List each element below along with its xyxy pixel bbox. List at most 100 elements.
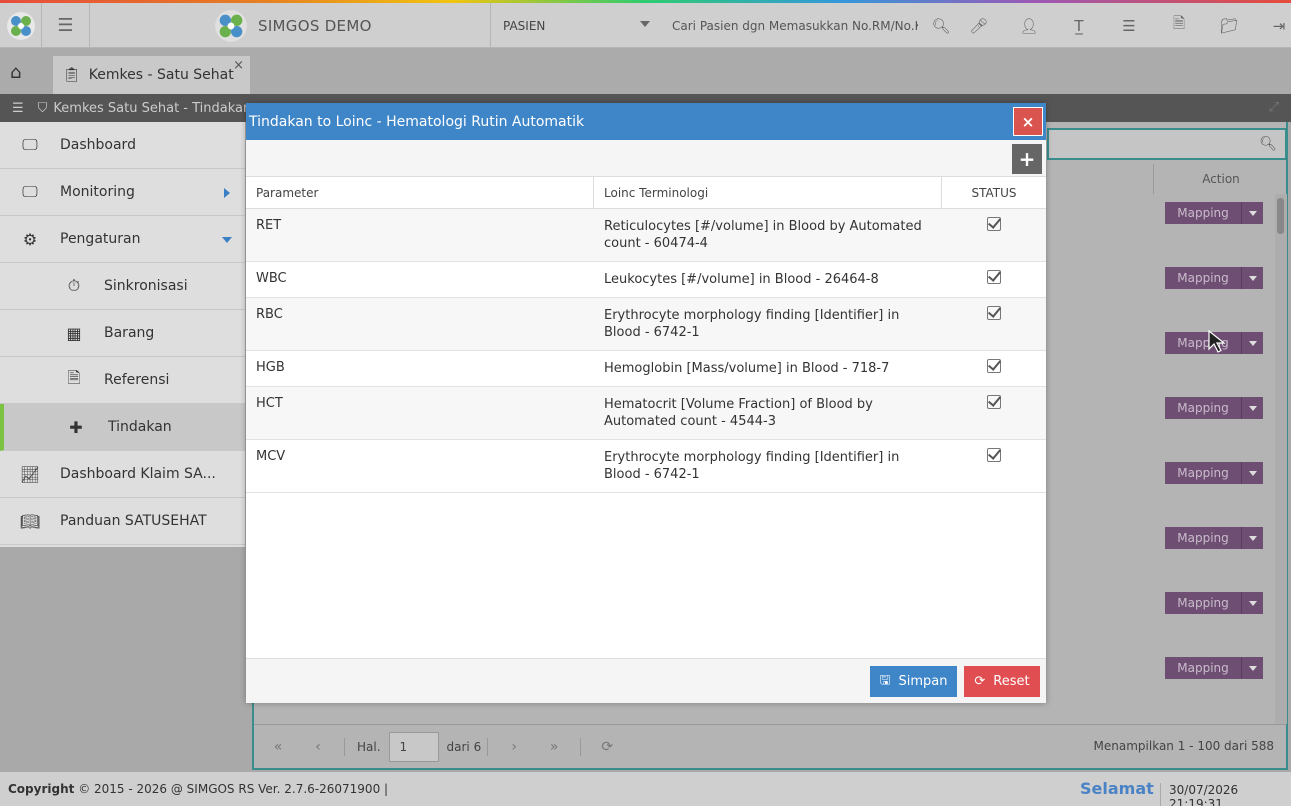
column-header-status[interactable]: STATUS — [942, 177, 1046, 208]
parameter-cell: MCV — [256, 449, 286, 464]
search-icon: 🔍︎ — [1259, 136, 1277, 152]
stopwatch-icon: ⏱︎ — [67, 276, 81, 295]
prev-page-icon[interactable]: ‹ — [298, 739, 338, 755]
app-logo[interactable] — [0, 3, 42, 48]
patient-search-input[interactable]: Cari Pasien dgn Memasukkan No.RM/No.K — [672, 3, 918, 48]
sidebar-item-label: Tindakan — [108, 419, 172, 435]
reset-label: Reset — [993, 674, 1030, 689]
sidebar-item-referensi[interactable]: 🗎︎ Referensi — [0, 357, 245, 404]
datetime: 30/07/2026 21:19:31 — [1160, 783, 1291, 806]
breadcrumb-text: Kemkes Satu Sehat - Tindakan — [53, 100, 252, 116]
loinc-cell: Erythrocyte morphology finding [Identifi… — [604, 450, 900, 482]
microphone-icon[interactable]: 🎤︎ — [954, 17, 1004, 35]
medkit-icon: ✚ — [69, 417, 83, 437]
column-header-parameter[interactable]: Parameter — [246, 177, 594, 208]
scrollbar-thumb[interactable] — [1277, 198, 1284, 234]
pdf-file-icon[interactable]: 🗎︎ — [1154, 13, 1204, 38]
pager-separator — [580, 737, 582, 756]
table-row[interactable]: RET Reticulocytes [#/volume] in Blood by … — [246, 209, 1046, 262]
mapping-button[interactable]: Mapping — [1165, 592, 1263, 614]
expand-icon[interactable]: ⤢ — [1269, 100, 1279, 115]
column-header-loinc[interactable]: Loinc Terminologi — [594, 177, 942, 208]
mapping-button[interactable]: Mapping — [1165, 397, 1263, 419]
sidebar-item-pengaturan[interactable]: ⚙︎ Pengaturan — [0, 216, 245, 263]
add-button[interactable]: + — [1012, 144, 1042, 174]
page-total-label: dari 6 — [446, 739, 482, 754]
caret-down-icon[interactable] — [1241, 332, 1263, 354]
copyright: Copyright © 2015 - 2026 @ SIMGOS RS Ver.… — [8, 782, 389, 796]
caret-down-icon[interactable] — [1241, 657, 1263, 679]
status-checkbox[interactable] — [987, 448, 1001, 462]
close-button[interactable]: × — [1013, 107, 1043, 136]
sidebar-item-dashboard[interactable]: 🖵︎ Dashboard — [0, 122, 245, 169]
dialog-footer: 🖫︎ Simpan ⟳ Reset — [246, 658, 1046, 703]
monitor-icon: 🖵︎ — [22, 135, 38, 154]
mapping-button[interactable]: Mapping — [1165, 657, 1263, 679]
caret-down-icon[interactable] — [1241, 397, 1263, 419]
sidebar-item-label: Dashboard — [60, 137, 136, 153]
mapping-label: Mapping — [1177, 206, 1229, 220]
sidebar: 🖵︎ Dashboard 🖵︎ Monitoring ⚙︎ Pengaturan… — [0, 122, 245, 547]
status-checkbox[interactable] — [987, 359, 1001, 373]
sidebar-item-sinkronisasi[interactable]: ⏱︎ Sinkronisasi — [0, 263, 245, 310]
tab-kemkes-satu-sehat[interactable]: 📋︎ Kemkes - Satu Sehat × — [53, 56, 250, 94]
caret-down-icon[interactable] — [1241, 527, 1263, 549]
folder-icon[interactable]: 📁︎ — [1204, 17, 1254, 35]
mapping-button[interactable]: Mapping — [1165, 527, 1263, 549]
sidebar-item-panduan[interactable]: 📖︎ Panduan SATUSEHAT — [0, 498, 245, 545]
status-checkbox[interactable] — [987, 306, 1001, 320]
page-number-input[interactable]: 1 — [388, 731, 439, 762]
mapping-button[interactable]: Mapping — [1165, 202, 1263, 224]
mapping-label: Mapping — [1177, 466, 1229, 480]
grid-scrollbar[interactable] — [1275, 194, 1287, 724]
sign-out-icon[interactable]: ⇥ — [1254, 17, 1291, 35]
text-format-icon[interactable]: T̲ — [1054, 17, 1104, 35]
first-page-icon[interactable]: « — [258, 739, 298, 755]
app-title: SIMGOS DEMO — [258, 16, 372, 35]
caret-down-icon[interactable] — [1241, 592, 1263, 614]
table-row[interactable]: HCT Hematocrit [Volume Fraction] of Blood… — [246, 387, 1046, 440]
status-checkbox[interactable] — [987, 270, 1001, 284]
table-row[interactable]: MCV Erythrocyte morphology finding [Ident… — [246, 440, 1046, 493]
mapping-button[interactable]: Mapping — [1165, 462, 1263, 484]
status-cell — [942, 209, 1046, 261]
table-row[interactable]: WBC Leukocytes [#/volume] in Blood - 2646… — [246, 262, 1046, 298]
next-page-icon[interactable]: › — [494, 739, 534, 755]
status-cell — [942, 440, 1046, 492]
tab-close-icon[interactable]: × — [233, 58, 244, 73]
mapping-label: Mapping — [1177, 531, 1229, 545]
table-row[interactable]: HGB Hemoglobin [Mass/volume] in Blood - 7… — [246, 351, 1046, 387]
caret-down-icon[interactable] — [1241, 267, 1263, 289]
sidebar-item-dashboard-klaim[interactable]: 📈︎ Dashboard Klaim SA... — [0, 451, 245, 498]
brand: SIMGOS DEMO — [214, 3, 372, 48]
top-bar: ☰ SIMGOS DEMO PASIEN Cari Pasien dgn Mem… — [0, 3, 1291, 48]
refresh-icon[interactable]: ⟳ — [587, 739, 627, 755]
hamburger-icon: ☰ — [57, 15, 74, 36]
caret-down-icon[interactable] — [1241, 202, 1263, 224]
table-row[interactable]: RBC Erythrocyte morphology finding [Ident… — [246, 298, 1046, 351]
sidebar-item-monitoring[interactable]: 🖵︎ Monitoring — [0, 169, 245, 216]
user-plus-icon[interactable]: 👤︎ — [1004, 17, 1054, 35]
sidebar-item-barang[interactable]: ▦ Barang — [0, 310, 245, 357]
home-icon[interactable]: ⌂ — [10, 62, 21, 83]
grid-search-input[interactable]: 🔍︎ — [1047, 128, 1287, 160]
loinc-cell: Erythrocyte morphology finding [Identifi… — [604, 308, 900, 340]
menu-toggle-button[interactable]: ☰ — [42, 3, 90, 48]
status-checkbox[interactable] — [987, 395, 1001, 409]
last-page-icon[interactable]: » — [534, 739, 574, 755]
list-icon[interactable]: ☰ — [1104, 17, 1154, 35]
reset-button[interactable]: ⟳ Reset — [964, 666, 1040, 697]
copyright-text: 2015 - 2026 @ SIMGOS RS Ver. 2.7.6-26071… — [94, 782, 381, 796]
simgos-logo-icon — [215, 9, 247, 42]
mapping-button[interactable]: Mapping — [1165, 267, 1263, 289]
status-checkbox[interactable] — [987, 217, 1001, 231]
caret-down-icon[interactable] — [1241, 462, 1263, 484]
search-icon[interactable]: 🔍︎ — [928, 17, 954, 35]
sidebar-item-label: Pengaturan — [60, 231, 141, 247]
loinc-grid: Parameter Loinc Terminologi STATUS RET Re… — [246, 177, 1046, 493]
sidebar-item-tindakan[interactable]: ✚ Tindakan — [0, 404, 245, 451]
pager-separator — [344, 737, 345, 756]
search-category-select[interactable]: PASIEN — [490, 3, 660, 48]
hamburger-icon[interactable]: ☰ — [12, 101, 24, 116]
save-button[interactable]: 🖫︎ Simpan — [870, 666, 957, 697]
